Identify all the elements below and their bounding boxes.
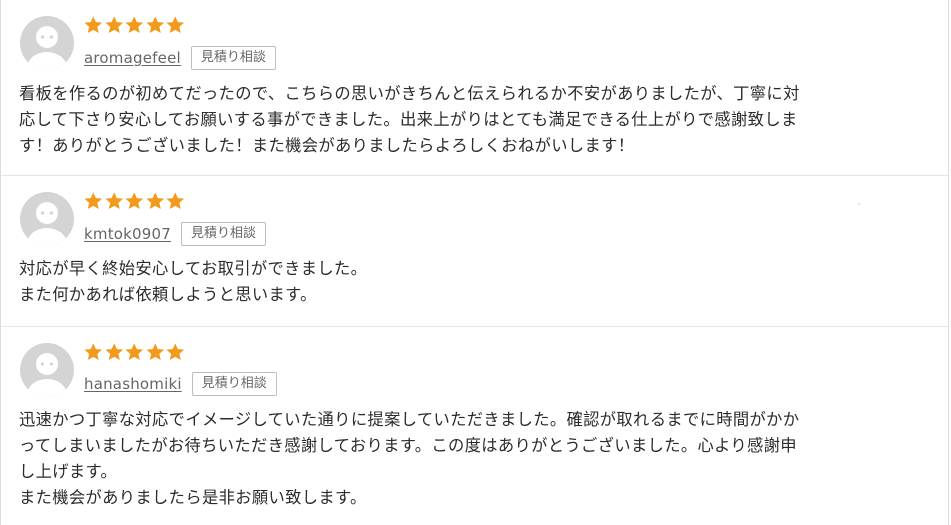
star-icon bbox=[166, 16, 185, 33]
decorative-dot bbox=[858, 203, 860, 205]
reviewer-username-link[interactable]: hanashomiki bbox=[84, 375, 182, 393]
review-item: kmtok0907 見積り相談 対応が早く終始安心してお取引ができました。 また… bbox=[1, 176, 948, 327]
reviewer-username-link[interactable]: kmtok0907 bbox=[84, 225, 171, 243]
star-icon bbox=[166, 343, 185, 360]
star-icon bbox=[104, 16, 123, 33]
user-avatar-icon bbox=[20, 16, 74, 70]
star-icon bbox=[84, 192, 103, 209]
star-icon bbox=[125, 343, 144, 360]
star-icon bbox=[125, 16, 144, 33]
review-comment: 対応が早く終始安心してお取引ができました。 また何かあれば依頼しようと思います。 bbox=[19, 259, 368, 304]
consultation-type-badge: 見積り相談 bbox=[181, 222, 267, 246]
star-icon bbox=[145, 16, 164, 33]
star-icon bbox=[104, 343, 123, 360]
star-icon bbox=[84, 16, 103, 33]
star-icon bbox=[104, 192, 123, 209]
star-icon bbox=[145, 343, 164, 360]
user-avatar-icon bbox=[20, 343, 74, 397]
star-icon bbox=[125, 192, 144, 209]
consultation-type-badge: 見積り相談 bbox=[190, 46, 276, 70]
user-avatar-icon bbox=[20, 192, 74, 246]
star-icon bbox=[166, 192, 185, 209]
star-rating bbox=[83, 191, 186, 213]
consultation-type-badge: 見積り相談 bbox=[191, 372, 277, 396]
review-comment: 迅速かつ丁寧な対応でイメージしていた通りに提案していただきました。確認が取れるま… bbox=[19, 410, 800, 507]
star-icon bbox=[145, 192, 164, 209]
review-list: aromagefeel 見積り相談 看板を作るのが初めてだったので、こちらの思い… bbox=[0, 0, 949, 525]
star-icon bbox=[84, 343, 103, 360]
review-comment: 看板を作るのが初めてだったので、こちらの思いがきちんと伝えられるか不安がありまし… bbox=[19, 84, 800, 155]
star-rating bbox=[83, 342, 186, 364]
review-item: aromagefeel 見積り相談 看板を作るのが初めてだったので、こちらの思い… bbox=[1, 0, 948, 176]
review-item: hanashomiki 見積り相談 迅速かつ丁寧な対応でイメージしていた通りに提… bbox=[1, 327, 948, 525]
reviewer-username-link[interactable]: aromagefeel bbox=[84, 49, 181, 67]
star-rating bbox=[83, 15, 186, 37]
